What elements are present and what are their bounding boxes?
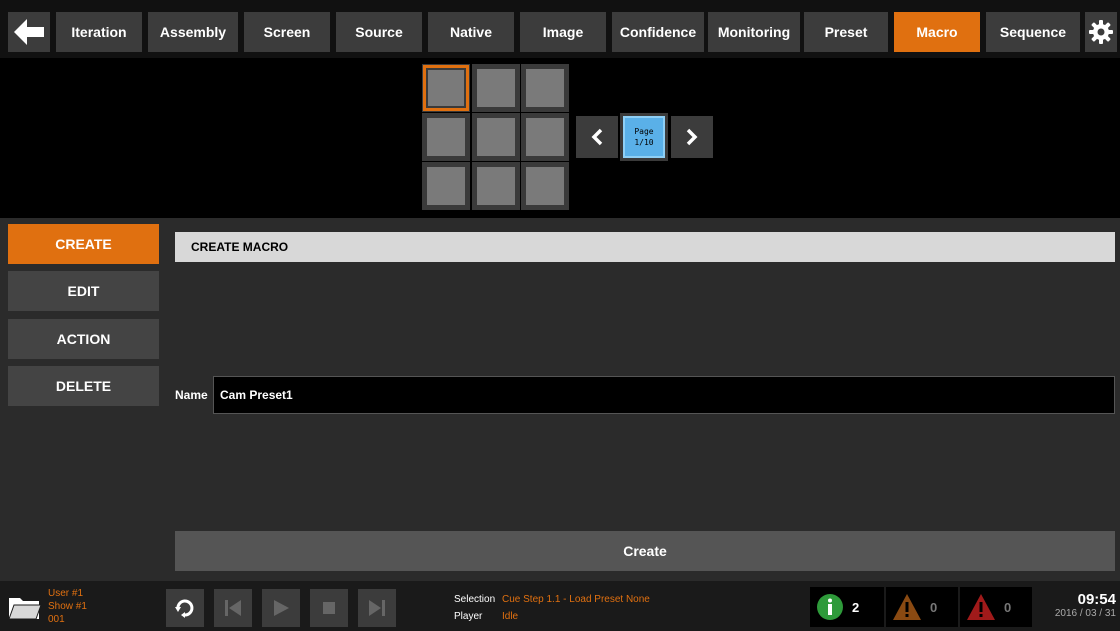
- settings-button[interactable]: [1085, 12, 1117, 52]
- chevron-left-icon: [591, 128, 603, 146]
- macro-cell-3[interactable]: [521, 64, 569, 112]
- arrow-left-icon: [14, 19, 44, 45]
- tab-assembly[interactable]: Assembly: [148, 12, 238, 52]
- macro-cell-7[interactable]: [422, 162, 470, 210]
- section-header: CREATE MACRO: [175, 232, 1115, 262]
- tab-native[interactable]: Native: [428, 12, 514, 52]
- show-label: Show #1: [48, 601, 87, 612]
- tab-iteration[interactable]: Iteration: [56, 12, 142, 52]
- player-key: Player: [454, 611, 483, 622]
- play-button[interactable]: [262, 589, 300, 627]
- next-page-button[interactable]: [671, 116, 713, 158]
- macro-cell-6[interactable]: [521, 113, 569, 161]
- skip-forward-icon: [369, 600, 385, 616]
- info-count: 2: [852, 599, 860, 615]
- play-icon: [274, 600, 289, 616]
- error-icon: [967, 594, 995, 620]
- skip-forward-button[interactable]: [358, 589, 396, 627]
- tab-image[interactable]: Image: [520, 12, 606, 52]
- tab-monitoring[interactable]: Monitoring: [708, 12, 800, 52]
- tab-confidence[interactable]: Confidence: [612, 12, 704, 52]
- loop-button[interactable]: [166, 589, 204, 627]
- name-input[interactable]: Cam Preset1: [213, 376, 1115, 414]
- macro-cell-1[interactable]: [422, 64, 470, 112]
- gear-icon: [1089, 20, 1113, 44]
- info-icon: [817, 594, 843, 620]
- stop-button[interactable]: [310, 589, 348, 627]
- clock-date: 2016 / 03 / 31: [1054, 608, 1116, 619]
- chevron-right-icon: [686, 128, 698, 146]
- status-bar: User #1 Show #1 001 Selection Cue Step 1.…: [0, 581, 1120, 631]
- macro-cell-5[interactable]: [472, 113, 520, 161]
- page-label: Page: [634, 127, 654, 136]
- macro-grid-area: Page 1/10: [0, 58, 1120, 218]
- skip-back-button[interactable]: [214, 589, 252, 627]
- sidebar-item-delete[interactable]: DELETE: [8, 366, 159, 406]
- skip-back-icon: [225, 600, 241, 616]
- top-nav: Iteration Assembly Screen Source Native …: [0, 0, 1120, 58]
- sidebar: CREATE EDIT ACTION DELETE: [0, 218, 165, 581]
- info-counter[interactable]: 2: [810, 587, 884, 627]
- back-button[interactable]: [8, 12, 50, 52]
- tab-source[interactable]: Source: [336, 12, 422, 52]
- create-macro-panel: CREATE MACRO Name Cam Preset1 Create: [165, 218, 1120, 581]
- macro-cell-8[interactable]: [472, 162, 520, 210]
- tab-macro[interactable]: Macro: [894, 12, 980, 52]
- selection-value: Cue Step 1.1 - Load Preset None: [502, 594, 650, 605]
- clock: 09:54 2016 / 03 / 31: [1052, 591, 1116, 619]
- session-info: User #1 Show #1 001: [48, 587, 87, 626]
- macro-cell-9[interactable]: [521, 162, 569, 210]
- macro-cell-2[interactable]: [472, 64, 520, 112]
- error-count: 0: [1004, 599, 1012, 615]
- tab-sequence[interactable]: Sequence: [986, 12, 1080, 52]
- prev-page-button[interactable]: [576, 116, 618, 158]
- user-label: User #1: [48, 588, 84, 599]
- stop-icon: [323, 602, 335, 614]
- player-value: Idle: [502, 611, 519, 622]
- tab-screen[interactable]: Screen: [244, 12, 330, 52]
- selection-key: Selection: [454, 594, 496, 605]
- name-label: Name: [175, 388, 208, 402]
- warning-count: 0: [930, 599, 938, 615]
- player-status: Selection Cue Step 1.1 - Load Preset None…: [454, 591, 650, 625]
- create-button[interactable]: Create: [175, 531, 1115, 571]
- show-number: 001: [48, 614, 65, 625]
- folder-button[interactable]: [8, 595, 42, 626]
- sidebar-item-action[interactable]: ACTION: [8, 319, 159, 359]
- clock-time: 09:54: [1077, 591, 1116, 608]
- warning-icon: [893, 594, 921, 620]
- sidebar-item-edit[interactable]: EDIT: [8, 271, 159, 311]
- tab-preset[interactable]: Preset: [804, 12, 888, 52]
- error-counter[interactable]: 0: [960, 587, 1032, 627]
- page-indicator: Page 1/10: [620, 113, 668, 161]
- warning-counter[interactable]: 0: [886, 587, 958, 627]
- page-value: 1/10: [634, 138, 654, 147]
- macro-cell-4[interactable]: [422, 113, 470, 161]
- sidebar-item-create[interactable]: CREATE: [8, 224, 159, 264]
- folder-icon: [8, 598, 42, 620]
- loop-icon: [175, 599, 194, 618]
